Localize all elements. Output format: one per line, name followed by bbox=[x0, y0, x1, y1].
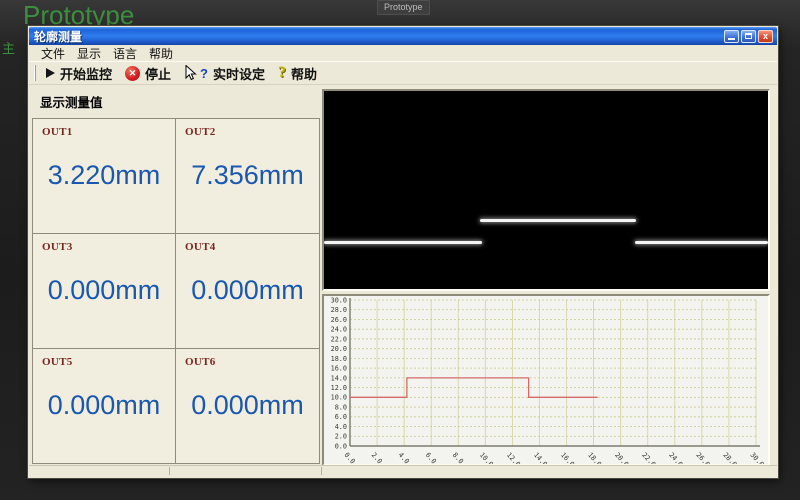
svg-text:12.0: 12.0 bbox=[505, 451, 522, 464]
menu-bar: 文件 显示 语言 帮助 bbox=[29, 45, 777, 61]
svg-text:6.0: 6.0 bbox=[335, 413, 347, 421]
realtime-settings-button[interactable]: ? 实时设定 bbox=[184, 64, 265, 83]
laser-line-segment bbox=[635, 241, 768, 244]
window-title: 轮廓测量 bbox=[29, 28, 724, 45]
output-cell-out2: OUT2 7.356mm bbox=[176, 119, 319, 233]
output-label: OUT1 bbox=[42, 126, 175, 138]
status-bar bbox=[29, 465, 777, 476]
app-window: 轮廓测量 x 文件 显示 语言 帮助 开始监控 ✕ 停止 ? 实时设定 bbox=[28, 26, 778, 478]
minimize-icon bbox=[728, 38, 735, 40]
svg-text:8.0: 8.0 bbox=[451, 451, 465, 464]
output-cell-out1: OUT1 3.220mm bbox=[33, 119, 175, 233]
svg-text:10.0: 10.0 bbox=[478, 451, 495, 464]
status-divider bbox=[169, 467, 170, 475]
minimize-button[interactable] bbox=[724, 30, 739, 43]
svg-text:24.0: 24.0 bbox=[667, 451, 684, 464]
play-icon bbox=[46, 68, 55, 78]
window-titlebar[interactable]: 轮廓测量 x bbox=[29, 27, 777, 45]
output-cell-out5: OUT5 0.000mm bbox=[33, 349, 175, 463]
output-label: OUT2 bbox=[185, 126, 319, 138]
chart-svg: 0.02.04.06.08.010.012.014.016.018.020.02… bbox=[324, 296, 768, 464]
output-value: 0.000mm bbox=[176, 253, 319, 348]
desktop-partial-text: 主 bbox=[2, 38, 15, 57]
svg-text:22.0: 22.0 bbox=[331, 335, 347, 343]
svg-text:6.0: 6.0 bbox=[424, 451, 438, 464]
output-value: 7.356mm bbox=[176, 138, 319, 233]
svg-text:24.0: 24.0 bbox=[331, 326, 347, 334]
output-label: OUT6 bbox=[185, 356, 319, 368]
laser-line-segment bbox=[480, 219, 635, 222]
svg-text:0.0: 0.0 bbox=[343, 451, 357, 464]
svg-text:30.0: 30.0 bbox=[331, 296, 347, 304]
realtime-settings-label: 实时设定 bbox=[213, 64, 265, 83]
menu-display[interactable]: 显示 bbox=[71, 45, 107, 62]
svg-text:16.0: 16.0 bbox=[331, 365, 347, 373]
context-help-icon: ? bbox=[200, 66, 208, 81]
restore-button[interactable] bbox=[741, 30, 756, 43]
menu-language[interactable]: 语言 bbox=[107, 45, 143, 62]
svg-text:0.0: 0.0 bbox=[335, 442, 347, 450]
output-value: 0.000mm bbox=[33, 368, 175, 463]
svg-text:20.0: 20.0 bbox=[613, 451, 630, 464]
output-label: OUT5 bbox=[42, 356, 175, 368]
menu-help[interactable]: 帮助 bbox=[143, 45, 179, 62]
svg-text:4.0: 4.0 bbox=[397, 451, 411, 464]
start-monitoring-label: 开始监控 bbox=[60, 64, 112, 83]
close-button[interactable]: x bbox=[758, 30, 773, 43]
start-monitoring-button[interactable]: 开始监控 bbox=[46, 64, 112, 83]
svg-text:2.0: 2.0 bbox=[370, 451, 384, 464]
output-label: OUT4 bbox=[185, 241, 319, 253]
stop-icon: ✕ bbox=[125, 66, 140, 81]
output-label: OUT3 bbox=[42, 241, 175, 253]
panel-title: 显示测量值 bbox=[32, 84, 320, 111]
tool-bar: 开始监控 ✕ 停止 ? 实时设定 ? 帮助 bbox=[29, 61, 777, 85]
output-cell-out3: OUT3 0.000mm bbox=[33, 234, 175, 348]
svg-text:20.0: 20.0 bbox=[331, 345, 347, 353]
svg-text:22.0: 22.0 bbox=[640, 451, 657, 464]
measurement-panel: 显示测量值 OUT1 3.220mm OUT2 7.356mm OUT3 0.0… bbox=[32, 84, 320, 464]
svg-text:18.0: 18.0 bbox=[331, 355, 347, 363]
svg-text:28.0: 28.0 bbox=[331, 306, 347, 314]
output-value: 0.000mm bbox=[176, 368, 319, 463]
svg-text:10.0: 10.0 bbox=[331, 394, 347, 402]
svg-text:4.0: 4.0 bbox=[335, 423, 347, 431]
output-cell-out4: OUT4 0.000mm bbox=[176, 234, 319, 348]
svg-text:16.0: 16.0 bbox=[559, 451, 576, 464]
output-grid: OUT1 3.220mm OUT2 7.356mm OUT3 0.000mm O… bbox=[32, 118, 320, 464]
stop-label: 停止 bbox=[145, 64, 171, 83]
svg-text:26.0: 26.0 bbox=[694, 451, 711, 464]
svg-text:12.0: 12.0 bbox=[331, 384, 347, 392]
toolbar-grip-icon bbox=[34, 65, 36, 81]
svg-text:2.0: 2.0 bbox=[335, 433, 347, 441]
svg-text:8.0: 8.0 bbox=[335, 403, 347, 411]
svg-text:28.0: 28.0 bbox=[721, 451, 738, 464]
help-button[interactable]: ? 帮助 bbox=[278, 64, 317, 83]
output-cell-out6: OUT6 0.000mm bbox=[176, 349, 319, 463]
menu-file[interactable]: 文件 bbox=[35, 45, 71, 62]
svg-text:14.0: 14.0 bbox=[532, 451, 549, 464]
output-value: 3.220mm bbox=[33, 138, 175, 233]
window-controls: x bbox=[724, 30, 777, 43]
camera-profile-view bbox=[322, 89, 770, 291]
svg-text:26.0: 26.0 bbox=[331, 316, 347, 324]
cursor-icon bbox=[184, 65, 198, 81]
help-label: 帮助 bbox=[291, 64, 317, 83]
help-icon: ? bbox=[278, 64, 286, 82]
svg-text:14.0: 14.0 bbox=[331, 374, 347, 382]
svg-text:18.0: 18.0 bbox=[586, 451, 603, 464]
measurement-chart: 0.02.04.06.08.010.012.014.016.018.020.02… bbox=[322, 294, 770, 466]
prototype-taskbar-button[interactable]: Prototype bbox=[377, 0, 430, 15]
stop-button[interactable]: ✕ 停止 bbox=[125, 64, 171, 83]
restore-icon bbox=[745, 33, 752, 39]
status-divider bbox=[321, 467, 322, 475]
laser-line-segment bbox=[324, 241, 482, 244]
svg-text:30.0: 30.0 bbox=[749, 451, 766, 464]
output-value: 0.000mm bbox=[33, 253, 175, 348]
